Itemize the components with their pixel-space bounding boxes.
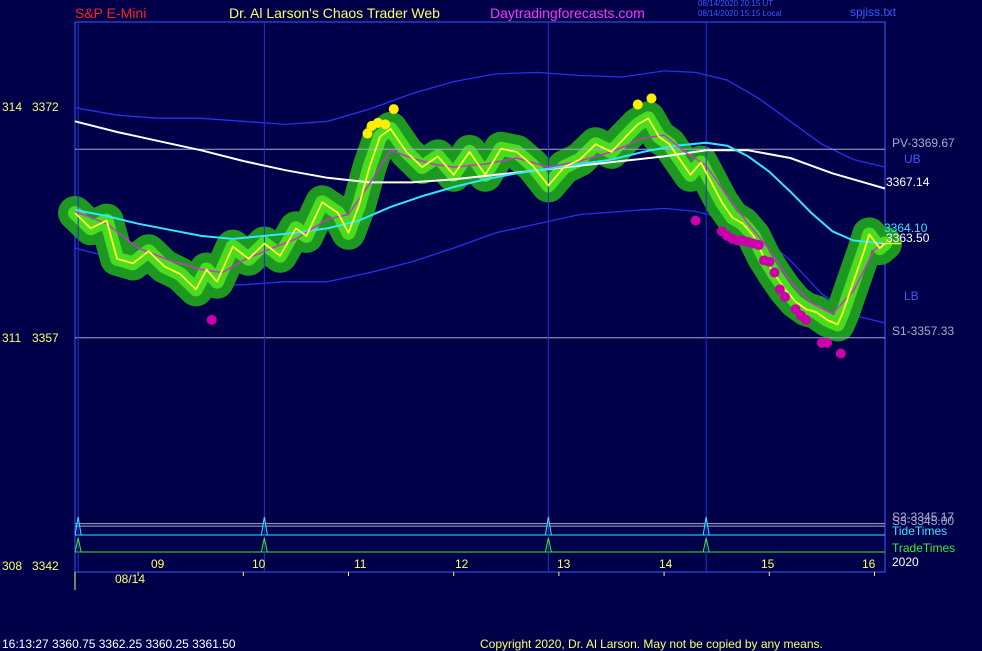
x-tick-12: 12 <box>455 557 469 571</box>
y-tick-left-0: 314 <box>2 100 23 114</box>
low-dot-12 <box>769 267 780 278</box>
x-date-label: 08/14 <box>115 572 146 586</box>
lower-band-label: LB <box>904 289 919 303</box>
data-filename: spjiss.txt <box>850 5 897 19</box>
tick-layer <box>74 572 875 590</box>
timestamp-utc: 08/14/2020 20:15 UT <box>698 0 774 8</box>
low-dot-0 <box>206 314 217 325</box>
quote-readout: 16:13:27 3360.75 3362.25 3360.25 3361.50 <box>2 637 236 651</box>
high-dot-5 <box>632 99 643 110</box>
low-dot-11 <box>764 256 775 267</box>
x-tick-11: 11 <box>354 557 367 571</box>
low-dot-19 <box>822 337 833 348</box>
end-value-long-ma: 3367.14 <box>886 175 930 189</box>
x-tick-16: 16 <box>862 557 876 571</box>
x-tick-15: 15 <box>761 557 775 571</box>
end-value-price: 3363.50 <box>886 231 930 245</box>
high-dot-6 <box>646 93 657 104</box>
high-dot-4 <box>388 104 399 115</box>
x-tick-14: 14 <box>659 557 673 571</box>
y-tick-left-1: 311 <box>2 331 22 345</box>
site-title: Dr. Al Larson's Chaos Trader Web <box>229 5 440 21</box>
timestamp-local: 08/14/2020 15:15 Local <box>698 9 782 18</box>
low-dot-9 <box>753 240 764 251</box>
low-dot-20 <box>835 348 846 359</box>
level-layer <box>75 148 885 553</box>
low-dot-14 <box>780 292 791 302</box>
y-tick-price-0: 3372 <box>32 100 59 114</box>
upper-band-label: UB <box>904 152 921 166</box>
low-dot-17 <box>801 314 812 325</box>
low-dot-1 <box>690 215 701 226</box>
price-chart <box>58 21 902 590</box>
level-label-s1: S1-3357.33 <box>892 324 955 338</box>
site-url[interactable]: Daytradingforecasts.com <box>490 6 645 20</box>
chart-title: S&P E-Mini <box>75 5 147 21</box>
x-tick-13: 13 <box>557 557 571 571</box>
y-tick-price-2: 3342 <box>32 559 59 573</box>
level-label-pv: PV-3369.67 <box>892 136 955 150</box>
y-tick-left-2: 308 <box>2 559 23 573</box>
tide-times-label: TideTimes <box>892 524 948 538</box>
trade-times-label: TradeTimes <box>892 541 956 555</box>
y-tick-price-1: 3357 <box>32 331 59 345</box>
x-tick-10: 10 <box>252 557 266 571</box>
x-tick-09: 09 <box>151 557 165 571</box>
high-dot-3 <box>380 119 391 130</box>
year-label: 2020 <box>892 555 919 569</box>
copyright: Copyright 2020, Dr. Al Larson. May not b… <box>480 637 823 651</box>
